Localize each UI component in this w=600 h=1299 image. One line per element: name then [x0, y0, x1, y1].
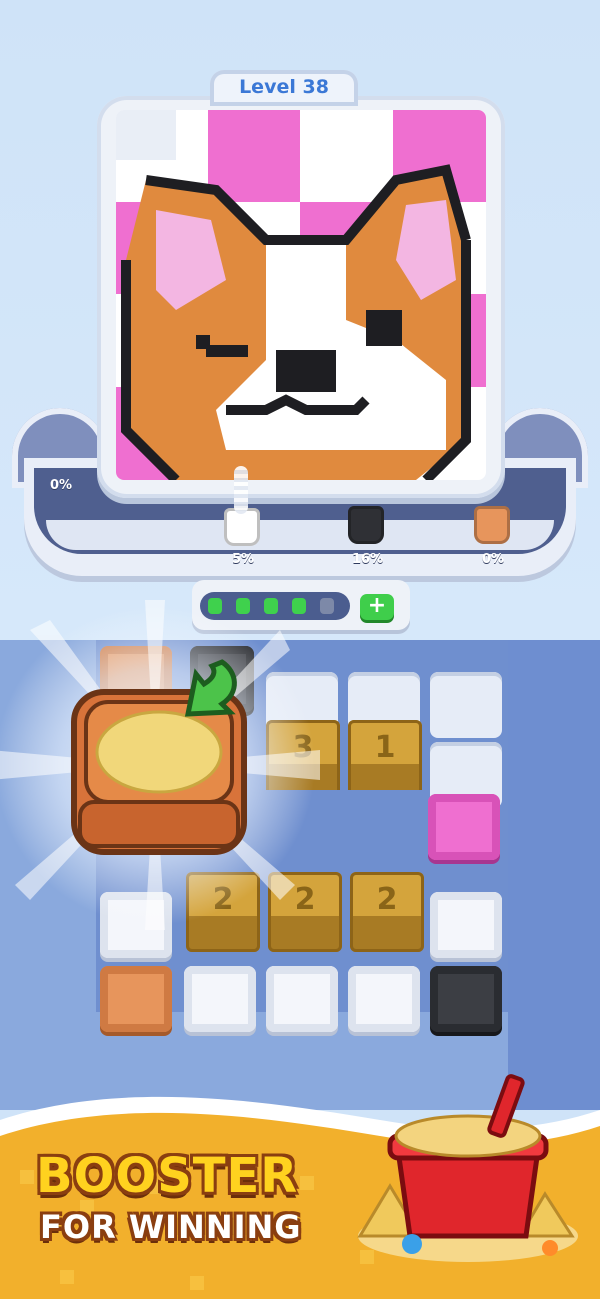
mystery-crate[interactable]: 2	[350, 872, 424, 952]
level-tab: Level 38	[210, 70, 358, 106]
falling-sand	[234, 466, 248, 514]
white-sand-cup-tile[interactable]	[430, 892, 502, 958]
crate-count: 1	[374, 730, 396, 765]
sand-cup-with-arrow-icon[interactable]	[62, 652, 262, 862]
white-sand-cup-tile[interactable]	[266, 966, 338, 1032]
board-right-wall	[508, 640, 600, 1110]
add-slot-button[interactable]: +	[360, 594, 394, 620]
level-title: Level 38	[239, 76, 329, 98]
black-cup-percent: 16%	[352, 552, 384, 567]
white-sand-cup-tile[interactable]	[184, 966, 256, 1032]
left-percent: 0%	[50, 478, 73, 493]
grid-cell-empty	[430, 672, 502, 738]
white-cup-percent: 5%	[232, 552, 255, 567]
orange-sand-cup[interactable]	[474, 506, 510, 544]
promo-headline: BOOSTER	[36, 1148, 299, 1204]
pink-sand-cup-tile[interactable]	[428, 794, 500, 860]
corgi-pixel-art	[116, 110, 486, 480]
pixel-art-canvas	[116, 110, 486, 480]
progress-segment-empty	[320, 598, 334, 614]
sand-bucket-icon	[357, 1074, 578, 1262]
white-sand-cup-tile[interactable]	[348, 966, 420, 1032]
black-sand-cup[interactable]	[348, 506, 384, 544]
mystery-crate[interactable]: 1	[348, 720, 422, 800]
crate-count: 2	[376, 882, 398, 917]
orange-cup-percent: 0%	[482, 552, 505, 567]
promo-subheadline: FOR WINNING	[40, 1208, 302, 1246]
orange-sand-cup-tile[interactable]	[100, 966, 172, 1032]
black-sand-cup-tile[interactable]	[430, 966, 502, 1032]
